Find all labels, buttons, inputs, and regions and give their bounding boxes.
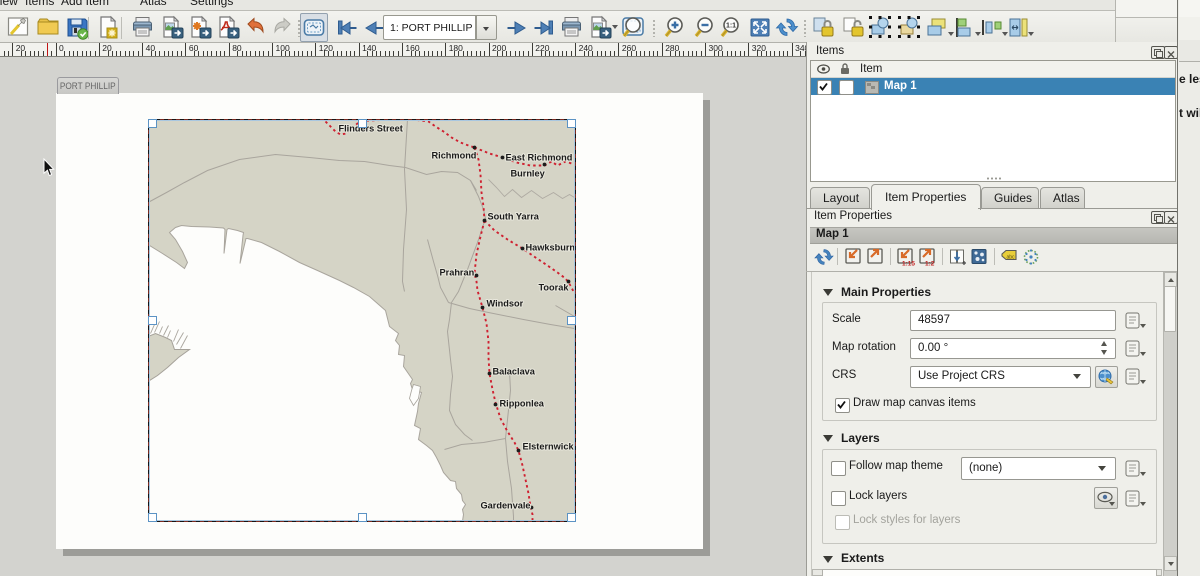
svg-text:1:1: 1:1 xyxy=(726,23,736,30)
svg-text:Windsor: Windsor xyxy=(487,299,524,309)
svg-text:Toorak: Toorak xyxy=(539,283,570,293)
svg-text:Flinders Street: Flinders Street xyxy=(339,124,403,134)
svg-text:1:2: 1:2 xyxy=(925,261,935,268)
svg-text:abc: abc xyxy=(1007,255,1016,261)
svg-text:South Yarra: South Yarra xyxy=(488,212,540,222)
svg-text:Elsternwick: Elsternwick xyxy=(523,442,575,452)
svg-text:Burnley: Burnley xyxy=(511,169,546,179)
svg-text:Prahran: Prahran xyxy=(440,268,475,278)
svg-text:Gardenvale: Gardenvale xyxy=(481,501,531,511)
svg-text:1:15: 1:15 xyxy=(902,261,915,268)
svg-text:Balaclava: Balaclava xyxy=(493,367,536,377)
svg-text:East Richmond: East Richmond xyxy=(506,153,573,163)
svg-text:Richmond: Richmond xyxy=(432,151,477,161)
svg-text:Hawksburn: Hawksburn xyxy=(526,243,576,253)
svg-text:Ripponlea: Ripponlea xyxy=(500,399,545,409)
